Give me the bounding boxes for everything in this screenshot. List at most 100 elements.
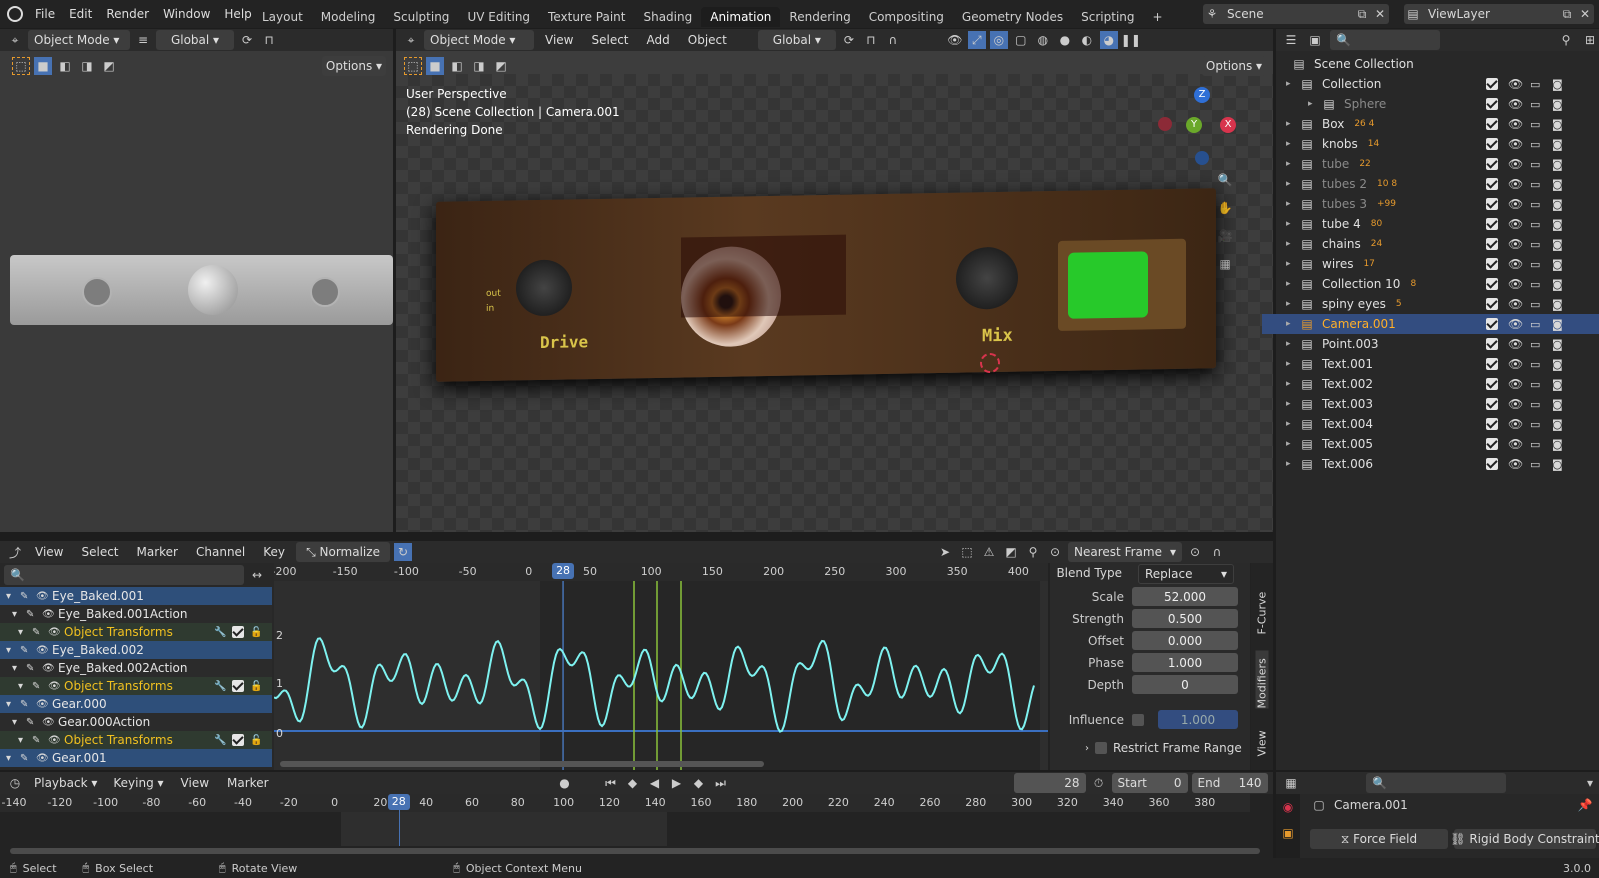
chevron-right-icon[interactable]: ▸ <box>1286 219 1298 229</box>
chevron-right-icon[interactable]: ▸ <box>1286 279 1298 289</box>
influence-field[interactable]: Influence 1.000 <box>1062 710 1238 729</box>
menu-object[interactable]: Object <box>681 33 734 47</box>
play-reverse-icon[interactable]: ◀ <box>646 774 664 792</box>
monitor-icon[interactable]: ▭ <box>1530 278 1540 291</box>
camera-icon[interactable]: ◙ <box>1552 218 1563 231</box>
visibility-icon[interactable]: 👁 <box>42 663 58 674</box>
camera-icon[interactable]: ◙ <box>1552 278 1563 291</box>
chevron-right-icon[interactable]: ▸ <box>1308 99 1320 109</box>
pin-icon[interactable]: ✎ <box>20 645 36 656</box>
tab-scripting[interactable]: Scripting <box>1072 7 1143 27</box>
left-viewport[interactable]: ⌖ Object Mode ▾ ≡ Global ▾ ⟳ ⊓ ⬚ ■ ◧ ◨ ◩… <box>0 29 393 532</box>
camera-icon[interactable]: ◙ <box>1552 158 1563 171</box>
jump-end-icon[interactable]: ⏭ <box>712 774 730 792</box>
expand-icon[interactable]: ▾ <box>6 591 20 602</box>
visibility-icon[interactable]: 👁 <box>48 627 64 638</box>
exclude-checkbox[interactable] <box>1486 338 1498 350</box>
pin-icon[interactable]: ✎ <box>20 591 36 602</box>
graph-editor-type-icon[interactable]: ⤴ <box>6 543 24 561</box>
main-options-button[interactable]: Options ▾ <box>1202 56 1266 76</box>
display-mode-icon[interactable]: ▣ <box>1306 31 1324 49</box>
monitor-icon[interactable]: ▭ <box>1530 398 1540 411</box>
eye-icon[interactable]: 👁 <box>1508 257 1523 271</box>
chevron-right-icon[interactable]: ▸ <box>1286 439 1298 449</box>
box-select-icon[interactable]: ⬚ <box>958 543 976 561</box>
channel-row[interactable]: ▾ ✎ 👁 Object Transforms 🔧 🔓 <box>0 623 272 641</box>
menu-select[interactable]: Select <box>584 33 635 47</box>
expand-icon[interactable]: ▾ <box>12 609 26 620</box>
noise-fcurve[interactable] <box>274 637 1035 733</box>
play-icon[interactable]: ▶ <box>668 774 686 792</box>
tab-modifiers[interactable]: Modifiers <box>1255 650 1269 709</box>
monitor-icon[interactable]: ▭ <box>1530 238 1540 251</box>
restrict-checkbox[interactable] <box>1095 742 1107 754</box>
outliner-row[interactable]: ▸ ▤ Box 26 4 👁 ▭ ◙ <box>1262 114 1599 134</box>
channel-row[interactable]: ▾ ✎ 👁 Eye_Baked.001 <box>0 587 272 605</box>
filter-icon[interactable]: ⚲ <box>1557 31 1575 49</box>
wrench-icon[interactable]: 🔧 <box>214 627 226 638</box>
visibility-icon[interactable]: 👁 <box>42 609 58 620</box>
solid-shading-icon[interactable]: ● <box>1056 31 1074 49</box>
pin-icon[interactable]: ✎ <box>32 735 48 746</box>
visibility-icon[interactable]: 👁 <box>48 735 64 746</box>
outliner-row[interactable]: ▸ ▤ Text.004 👁 ▭ ◙ <box>1262 414 1599 434</box>
strength-field[interactable]: Strength 0.500 <box>1062 609 1238 628</box>
eye-icon[interactable]: 👁 <box>1508 377 1523 391</box>
timeline-editor-icon[interactable]: ◷ <box>6 774 24 792</box>
wireframe-shading-icon[interactable]: ◍ <box>1034 31 1052 49</box>
chevron-right-icon[interactable]: ▸ <box>1286 199 1298 209</box>
monitor-icon[interactable]: ▭ <box>1530 438 1540 451</box>
chevron-right-icon[interactable]: ▸ <box>1286 319 1298 329</box>
xray-icon[interactable]: ▢ <box>1012 31 1030 49</box>
editor-type-icon[interactable]: ⌖ <box>6 31 24 49</box>
pin-icon[interactable]: ✎ <box>26 663 42 674</box>
start-frame-field[interactable]: Start 0 <box>1111 773 1188 793</box>
outliner-editor-icon[interactable]: ☰ <box>1282 31 1300 49</box>
lock-icon[interactable]: 🔓 <box>250 627 262 638</box>
eye-icon[interactable]: 👁 <box>1508 77 1523 91</box>
object-tab-icon[interactable]: ▣ <box>1279 824 1297 842</box>
swap-icon[interactable]: ↔ <box>248 566 266 584</box>
camera-icon[interactable]: ◙ <box>1552 98 1563 111</box>
gizmo-x-axis-icon[interactable]: X <box>1220 117 1236 133</box>
depth-field[interactable]: Depth 0 <box>1062 675 1238 694</box>
properties-search-input[interactable]: 🔍 <box>1366 773 1506 793</box>
monitor-icon[interactable]: ▭ <box>1530 338 1540 351</box>
select-new-icon[interactable]: ■ <box>34 57 52 75</box>
3d-cursor-icon[interactable] <box>980 353 1000 373</box>
eye-icon[interactable]: 👁 <box>1508 457 1523 471</box>
camera-icon[interactable]: ◙ <box>1552 458 1563 471</box>
tab-compositing[interactable]: Compositing <box>860 7 953 27</box>
pivot-icon[interactable]: ⊙ <box>1046 543 1064 561</box>
camera-icon[interactable]: ◙ <box>1552 78 1563 91</box>
normalize-toggle[interactable]: ⤡ Normalize <box>296 542 391 562</box>
scene-selector[interactable]: ⚘ Scene ⧉ ✕ <box>1203 4 1389 24</box>
copy-icon[interactable]: ⧉ <box>1558 5 1576 23</box>
camera-icon[interactable]: ◙ <box>1552 198 1563 211</box>
menu-view[interactable]: View <box>538 33 580 47</box>
graph-playhead[interactable]: 28 <box>552 563 575 579</box>
select-invert-icon[interactable]: ◩ <box>100 57 118 75</box>
chevron-right-icon[interactable]: ▸ <box>1286 459 1298 469</box>
phase-value[interactable]: 1.000 <box>1132 653 1238 672</box>
monitor-icon[interactable]: ▭ <box>1530 318 1540 331</box>
influence-value[interactable]: 1.000 <box>1158 710 1238 729</box>
expand-icon[interactable]: ▾ <box>6 699 20 710</box>
eye-icon[interactable]: 👁 <box>1508 97 1523 111</box>
rigid-body-constraint-button[interactable]: ⛓ Rigid Body Constraint <box>1450 829 1599 849</box>
monitor-icon[interactable]: ▭ <box>1530 138 1540 151</box>
monitor-icon[interactable]: ▭ <box>1530 78 1540 91</box>
left-options-button[interactable]: Options ▾ <box>322 56 386 76</box>
exclude-checkbox[interactable] <box>1486 238 1498 250</box>
channel-row[interactable]: ▾ ✎ 👁 Eye_Baked.002 <box>0 641 272 659</box>
chevron-right-icon[interactable]: ▸ <box>1286 159 1298 169</box>
exclude-checkbox[interactable] <box>1486 398 1498 410</box>
exclude-checkbox[interactable] <box>1486 258 1498 270</box>
chevron-right-icon[interactable]: ▸ <box>1286 339 1298 349</box>
mode-dropdown[interactable]: Object Mode ▾ <box>424 30 534 50</box>
next-keyframe-icon[interactable]: ◆ <box>690 774 708 792</box>
monitor-icon[interactable]: ▭ <box>1530 298 1540 311</box>
monitor-icon[interactable]: ▭ <box>1530 258 1540 271</box>
camera-icon[interactable]: ◙ <box>1552 178 1563 191</box>
eye-icon[interactable]: 👁 <box>1508 237 1523 251</box>
